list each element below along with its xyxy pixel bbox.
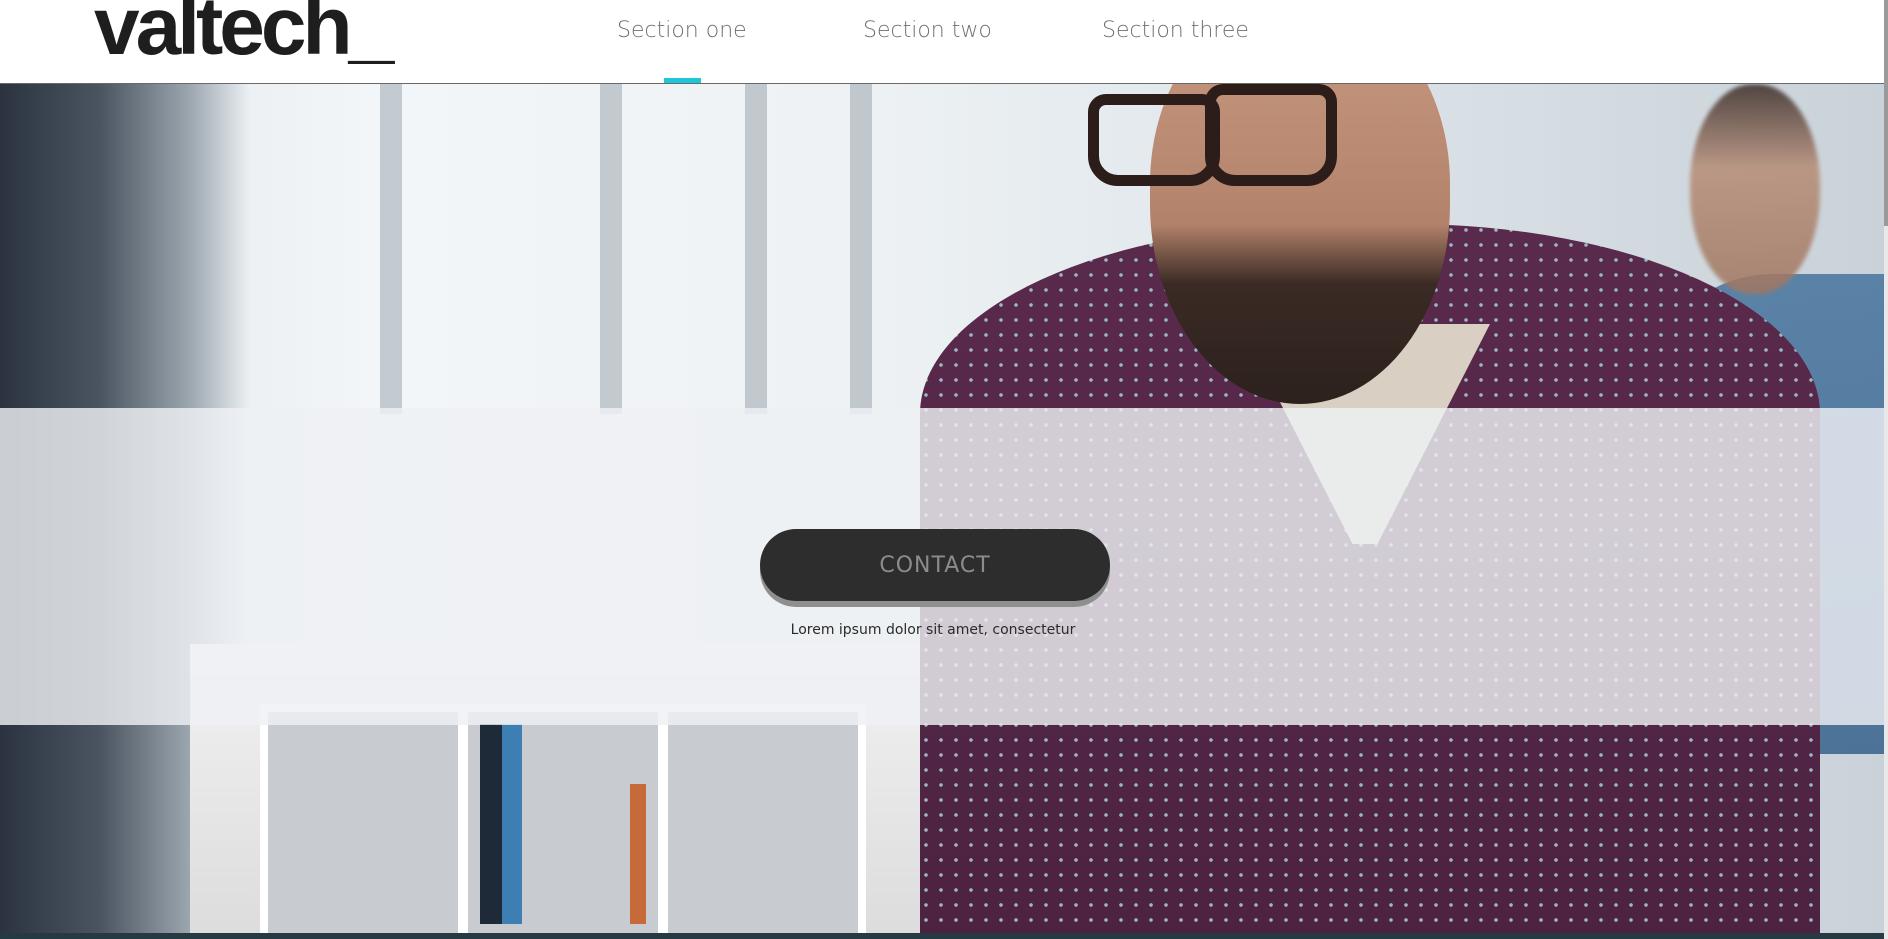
window-frame (600, 84, 622, 414)
nav-item-section-two[interactable]: Section two (863, 18, 992, 43)
book (502, 724, 522, 924)
valtech-logo[interactable]: valtech_ (94, 0, 394, 68)
window-frame (745, 84, 767, 414)
logo-underscore: _ (348, 0, 395, 72)
book (630, 784, 646, 924)
window-frame (380, 84, 402, 414)
site-header: valtech_ Section one Section two Section… (0, 0, 1888, 84)
window-frame (850, 84, 872, 414)
glasses-icon (1088, 94, 1220, 186)
book (480, 724, 502, 924)
glasses-icon (1205, 84, 1337, 186)
shelf-cell (260, 704, 466, 939)
nav-item-section-three[interactable]: Section three (1102, 18, 1249, 43)
bottom-strip (0, 933, 1888, 939)
logo-text: valtech (94, 0, 353, 72)
nav-item-section-one[interactable]: Section one (617, 18, 747, 43)
scrollbar-thumb[interactable] (1884, 0, 1888, 226)
active-nav-indicator (664, 78, 701, 83)
shelf-cell (660, 704, 866, 939)
hero-tagline: Lorem ipsum dolor sit amet, consectetur (790, 622, 1076, 638)
background-person-head (1690, 84, 1820, 294)
contact-button[interactable]: CONTACT (760, 529, 1110, 601)
